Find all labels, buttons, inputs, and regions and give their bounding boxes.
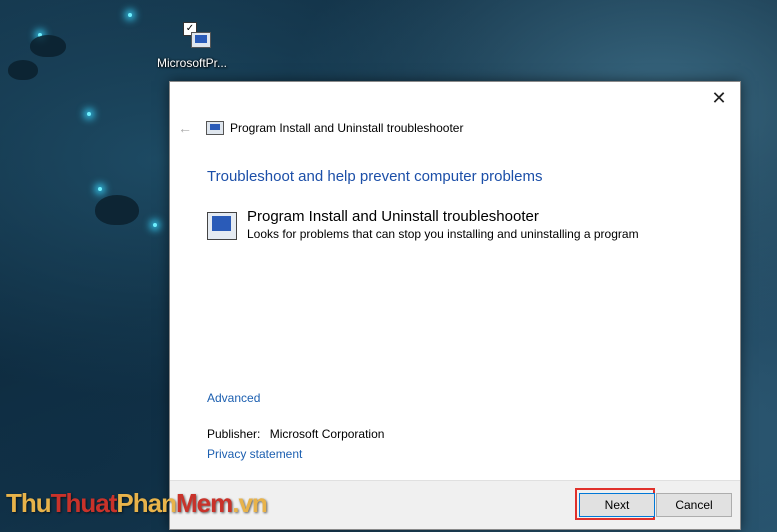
troubleshooter-small-icon	[206, 121, 224, 135]
desktop-shortcut-label: MicrosoftPr...	[156, 56, 227, 70]
close-button[interactable]: ✕	[706, 88, 732, 108]
watermark-part: Thuat	[50, 488, 118, 518]
back-arrow-icon[interactable]: ←	[176, 120, 194, 136]
troubleshooter-dialog: ✕ ← Program Install and Uninstall troubl…	[169, 81, 741, 530]
background-glow	[128, 13, 132, 17]
troubleshooter-item: Program Install and Uninstall troublesho…	[207, 208, 639, 241]
troubleshooter-item-title: Program Install and Uninstall troublesho…	[247, 208, 539, 225]
monitor-icon	[191, 32, 211, 48]
background-glow	[98, 187, 102, 191]
program-shortcut-icon: ✓	[175, 18, 211, 52]
watermark-part: Mem	[176, 488, 233, 518]
watermark-part: Thu	[6, 488, 52, 518]
privacy-statement-link[interactable]: Privacy statement	[207, 447, 302, 461]
troubleshooter-item-description: Looks for problems that can stop you ins…	[247, 227, 639, 241]
dialog-titlebar: ← Program Install and Uninstall troubles…	[176, 118, 463, 138]
background-creature	[30, 35, 66, 57]
background-creature	[95, 195, 139, 225]
publisher-value: Microsoft Corporation	[269, 427, 385, 441]
watermark: ThuThuatPhanMem.vn	[6, 488, 268, 519]
publisher-label: Publisher:	[207, 427, 261, 441]
desktop-shortcut[interactable]: ✓ MicrosoftPr...	[152, 18, 232, 70]
publisher-info: Publisher: Microsoft Corporation	[207, 427, 384, 441]
background-glow	[87, 112, 91, 116]
troubleshooter-icon	[207, 212, 237, 240]
background-creature	[8, 60, 38, 80]
advanced-link[interactable]: Advanced	[207, 391, 260, 405]
dialog-title: Program Install and Uninstall troublesho…	[230, 121, 464, 135]
page-heading: Troubleshoot and help prevent computer p…	[207, 168, 543, 185]
watermark-part: Phan	[116, 488, 177, 518]
cancel-button[interactable]: Cancel	[656, 493, 732, 517]
next-button[interactable]: Next	[579, 493, 655, 517]
background-glow	[153, 223, 157, 227]
watermark-part: .vn	[232, 488, 268, 518]
